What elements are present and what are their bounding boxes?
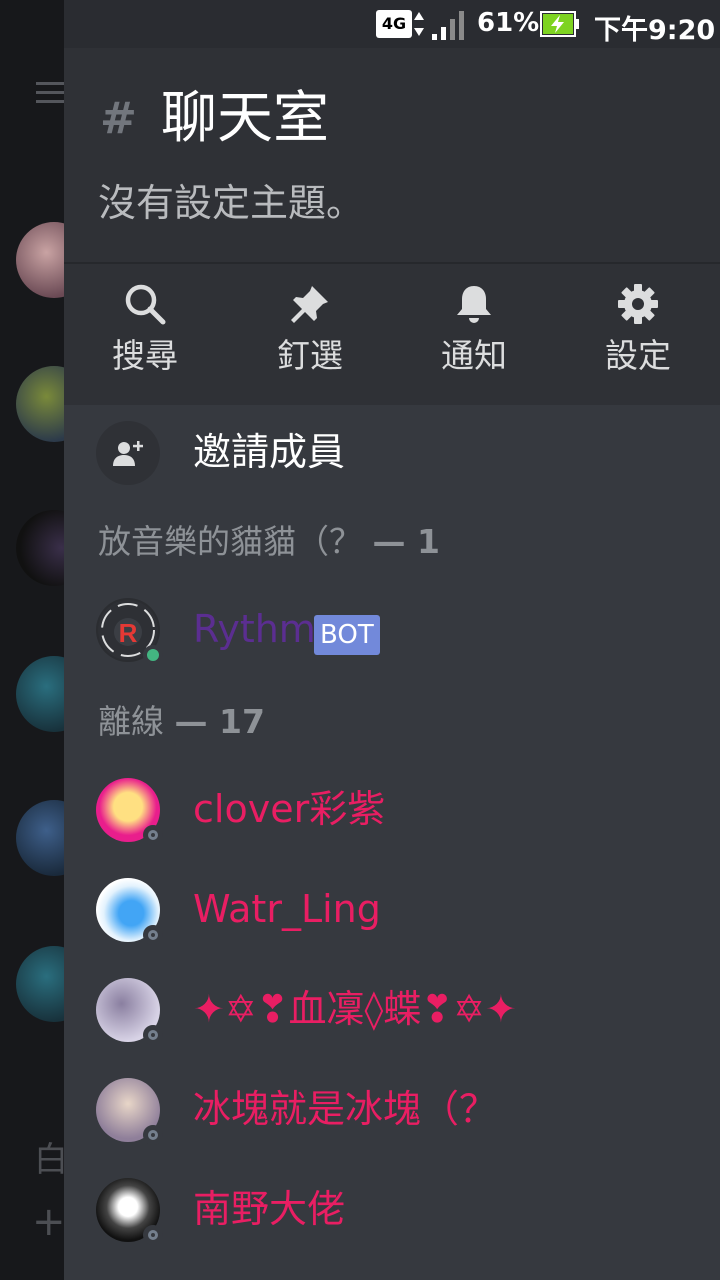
member-name: 南野大佬 — [193, 1187, 346, 1231]
channel-name: 聊天室 — [161, 86, 329, 151]
clock: 下午9:20 — [594, 15, 716, 46]
member-item[interactable]: clover彩紫 — [96, 778, 696, 848]
svg-text:R: R — [119, 618, 138, 648]
section-count: — 17 — [174, 702, 265, 741]
search-icon — [125, 284, 166, 325]
battery-percent: 61% — [477, 8, 540, 38]
add-user-icon — [113, 441, 143, 466]
pins-label: 釘選 — [277, 336, 343, 375]
notifications-label: 通知 — [441, 336, 507, 375]
online-status-icon — [143, 645, 163, 665]
section-count: — 1 — [372, 522, 440, 561]
server-rail: 白 + — [0, 0, 92, 1280]
bot-badge: BOT — [314, 615, 380, 655]
offline-status-icon — [143, 825, 163, 845]
member-item[interactable]: 冰塊就是冰塊（？ — [96, 1078, 696, 1148]
search-button[interactable]: 搜尋 — [80, 282, 210, 392]
gear-icon — [618, 284, 658, 324]
role-section-header: 放音樂的貓貓（？ — 1 — [98, 520, 440, 564]
app-screen: 白 + # 聊天室 沒有設定主題。 搜尋 釘選 通知 設定 邀請成員 放音樂的貓… — [0, 0, 720, 1280]
section-title: 放音樂的貓貓（？ — [98, 522, 362, 561]
rail-label: 白 — [34, 1140, 68, 1180]
offline-section-header: 離線 — 17 — [98, 700, 265, 744]
invite-members-button[interactable]: 邀請成員 — [96, 421, 696, 485]
data-arrows-icon — [414, 12, 424, 36]
member-item[interactable]: ✦✡❣血凜◊蝶❣✡✦ — [96, 978, 696, 1048]
member-item[interactable]: 南野大佬 — [96, 1178, 696, 1248]
network-type: 4G — [376, 10, 412, 38]
status-bar: 4G 61% 下午9:20 — [64, 0, 720, 48]
invite-label: 邀請成員 — [193, 430, 346, 474]
member-name: Rythm — [193, 607, 316, 651]
bell-icon — [457, 286, 491, 323]
offline-status-icon — [143, 1025, 163, 1045]
divider — [64, 262, 720, 264]
channel-topic: 沒有設定主題。 — [98, 181, 365, 225]
member-item[interactable]: Watr_Ling — [96, 878, 696, 948]
battery-charging-icon — [540, 11, 579, 37]
notifications-button[interactable]: 通知 — [409, 282, 539, 392]
member-name: Watr_Ling — [193, 887, 381, 931]
pins-button[interactable]: 釘選 — [245, 282, 375, 392]
channel-drawer: # 聊天室 沒有設定主題。 搜尋 釘選 通知 設定 邀請成員 放音樂的貓貓（？ … — [64, 0, 720, 1280]
member-name: ✦✡❣血凜◊蝶❣✡✦ — [193, 987, 517, 1031]
section-title: 離線 — [98, 702, 164, 741]
hamburger-menu-icon[interactable] — [36, 82, 64, 106]
add-server-icon[interactable]: + — [32, 1202, 66, 1242]
drawer-header: # 聊天室 沒有設定主題。 搜尋 釘選 通知 設定 — [64, 0, 720, 405]
member-name: 冰塊就是冰塊（？ — [193, 1087, 498, 1131]
search-label: 搜尋 — [112, 336, 178, 375]
offline-status-icon — [143, 1225, 163, 1245]
pin-icon — [291, 286, 328, 323]
offline-status-icon — [143, 925, 163, 945]
settings-label: 設定 — [605, 336, 671, 375]
member-item[interactable]: R Rythm BOT — [96, 598, 696, 668]
offline-status-icon — [143, 1125, 163, 1145]
settings-button[interactable]: 設定 — [573, 282, 703, 392]
member-name: clover彩紫 — [193, 787, 386, 831]
signal-icon — [432, 11, 464, 40]
invite-icon-circle — [96, 421, 160, 485]
hash-icon: # — [100, 93, 137, 144]
